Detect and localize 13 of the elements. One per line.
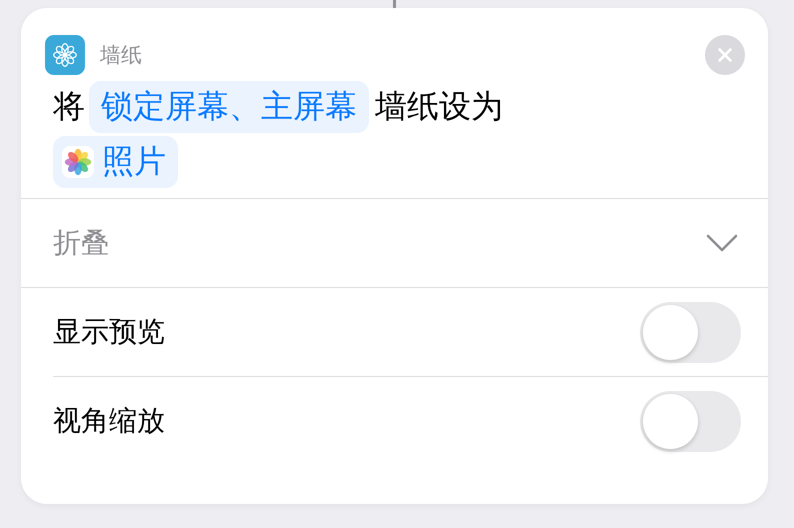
app-name: 墙纸 xyxy=(100,42,143,68)
sentence-text: 将 xyxy=(53,86,85,127)
sentence-text: 墙纸设为 xyxy=(375,86,503,127)
pinwheel-icon xyxy=(62,146,94,178)
close-icon xyxy=(716,46,734,64)
parameter-token[interactable]: 锁定屏幕、主屏幕 xyxy=(89,81,369,133)
chevron-down-icon[interactable] xyxy=(706,234,738,252)
option-label: 视角缩放 xyxy=(53,403,165,439)
flower-icon xyxy=(45,34,85,74)
close-button[interactable] xyxy=(705,34,745,74)
collapse-label: 折叠 xyxy=(53,225,109,261)
parameter-token[interactable]: 照片 xyxy=(53,136,178,188)
option-label: 显示预览 xyxy=(53,314,165,350)
